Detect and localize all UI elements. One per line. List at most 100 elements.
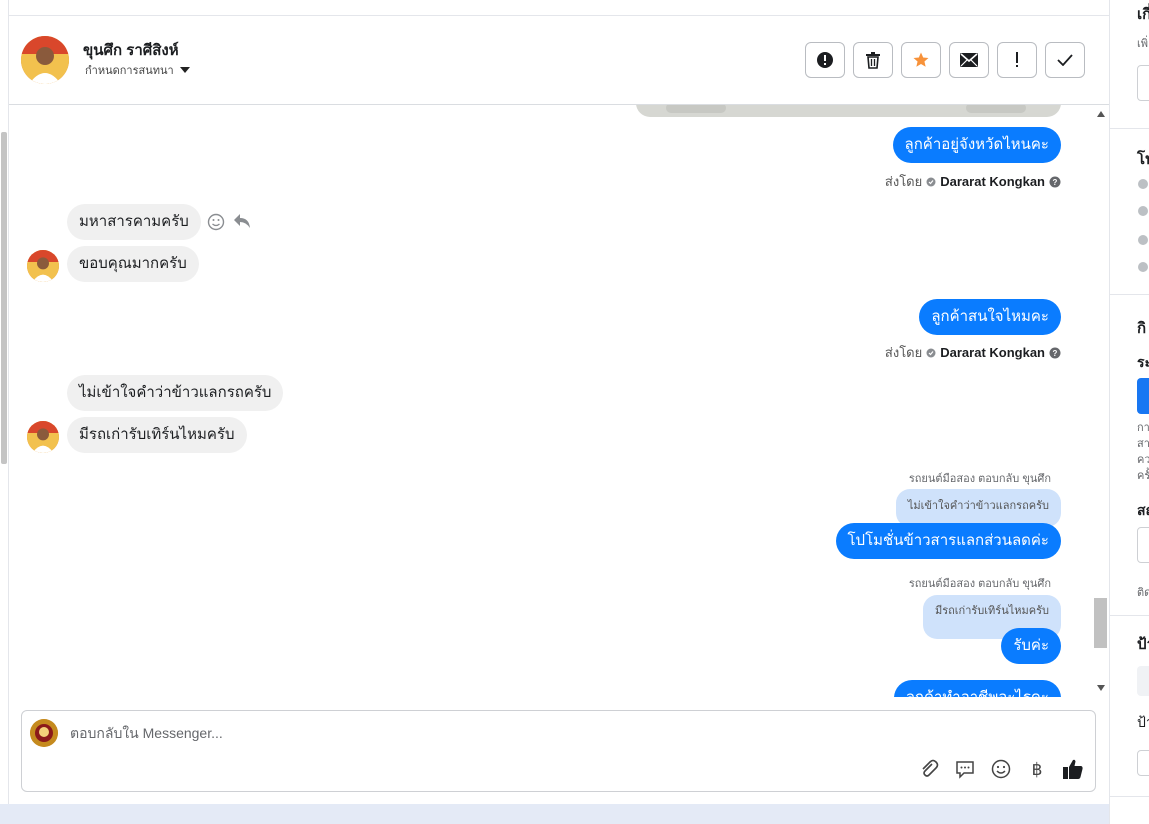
- envelope-icon: [960, 53, 978, 67]
- like-icon: [1063, 759, 1083, 779]
- reply-context-note: รถยนต์มือสอง ตอบกลับ ขุนศึก: [908, 473, 1051, 485]
- contact-avatar-small[interactable]: [27, 421, 59, 453]
- divider: [1110, 294, 1149, 295]
- left-panel-scrollbar[interactable]: [0, 0, 9, 804]
- divider: [1110, 128, 1149, 129]
- help-icon[interactable]: ?: [1049, 176, 1061, 188]
- incoming-message[interactable]: มีรถเก่ารับเทิร์นไหมครับ: [67, 417, 247, 453]
- scroll-down-arrow-icon[interactable]: [1097, 685, 1105, 691]
- like-button[interactable]: [1061, 757, 1085, 781]
- location-icon: [1138, 262, 1148, 272]
- composer-tools: ฿: [917, 757, 1085, 781]
- page-avatar: [30, 719, 58, 747]
- svg-text:?: ?: [1053, 349, 1058, 358]
- side-text: เพิ่: [1137, 38, 1149, 50]
- side-input[interactable]: [1137, 65, 1149, 101]
- scroll-up-arrow-icon[interactable]: [1097, 111, 1105, 117]
- outgoing-message-partial[interactable]: ลูกค้าทำอาชีพอะไรคะ: [893, 680, 1061, 697]
- caret-down-icon: [179, 66, 190, 73]
- side-section-title: กิ: [1137, 320, 1147, 337]
- exclamation-icon: [1016, 52, 1018, 67]
- incoming-message[interactable]: ขอบคุณมากครับ: [67, 246, 199, 282]
- trash-icon: [866, 52, 880, 69]
- saved-reply-button[interactable]: [953, 757, 977, 781]
- saved-reply-icon: [956, 761, 974, 779]
- clock-icon: [1138, 179, 1148, 189]
- side-chip[interactable]: [1137, 666, 1149, 696]
- follow-up-button[interactable]: [997, 42, 1037, 78]
- quoted-message[interactable]: ไม่เข้าใจคำว่าข้าวแลกรถครับ: [895, 489, 1061, 527]
- outgoing-message[interactable]: ลูกค้าอยู่จังหวัดไหนคะ: [892, 127, 1061, 163]
- side-label: สถ: [1137, 502, 1149, 518]
- sent-by-line: ส่งโดย Dararat Kongkan ?: [885, 342, 1061, 363]
- star-icon: [913, 52, 929, 67]
- side-label: ระ: [1137, 354, 1149, 370]
- paperclip-icon: [922, 759, 939, 777]
- outgoing-message[interactable]: ลูกค้าสนใจไหมคะ: [919, 299, 1061, 335]
- mark-done-button[interactable]: [1045, 42, 1085, 78]
- mark-spam-button[interactable]: [805, 42, 845, 78]
- outgoing-message[interactable]: โปโมชั่นข้าวสารแลกส่วนลดค่ะ: [835, 523, 1061, 559]
- star-button[interactable]: [901, 42, 941, 78]
- conversation-panel: ขุนศึก ราศีสิงห์ กำหนดการสนทนา ลูกค้าอยู…: [9, 0, 1109, 804]
- left-scroll-thumb[interactable]: [1, 132, 7, 464]
- svg-text:฿: ฿: [1032, 760, 1043, 779]
- side-text: กา: [1137, 422, 1149, 434]
- side-text: ครั้: [1137, 470, 1149, 482]
- reply-composer: ฿: [21, 710, 1096, 792]
- svg-text:?: ?: [1053, 178, 1058, 187]
- contact-details-panel: เกี่ เพิ่ โป กิ ระ กา สา คว ครั้ สถ ติด …: [1109, 0, 1149, 824]
- alert-circle-icon: [817, 52, 833, 68]
- image-attachment[interactable]: [636, 105, 1061, 117]
- briefcase-icon: [1138, 206, 1148, 216]
- contact-name[interactable]: ขุนศึก ราศีสิงห์: [83, 38, 179, 62]
- help-icon[interactable]: ?: [1049, 347, 1061, 359]
- sent-by-line: ส่งโดย Dararat Kongkan ?: [885, 171, 1061, 192]
- check-icon: [1057, 54, 1073, 66]
- conversation-header: ขุนศึก ราศีสิงห์ กำหนดการสนทนา: [9, 16, 1109, 105]
- message-thread[interactable]: ลูกค้าอยู่จังหวัดไหนคะ ส่งโดย Dararat Ko…: [9, 105, 1109, 697]
- side-input[interactable]: [1137, 527, 1149, 563]
- incoming-message[interactable]: มหาสารคามครับ: [67, 204, 201, 240]
- mark-unread-button[interactable]: [949, 42, 989, 78]
- page-bottom-bar: [0, 804, 1109, 824]
- side-input[interactable]: [1137, 750, 1149, 776]
- reply-context-note: รถยนต์มือสอง ตอบกลับ ขุนศึก: [908, 578, 1051, 590]
- side-label: ป้า: [1137, 714, 1149, 730]
- payment-button[interactable]: ฿: [1025, 757, 1049, 781]
- divider: [1110, 615, 1149, 616]
- graduation-icon: [1138, 235, 1148, 245]
- attach-button[interactable]: [917, 757, 941, 781]
- message-tools: [207, 213, 251, 231]
- side-section-title: โป: [1137, 151, 1149, 168]
- emoji-icon: [991, 759, 1011, 779]
- reply-input[interactable]: [70, 725, 970, 741]
- sent-by-label: ส่งโดย: [884, 345, 923, 360]
- contact-avatar[interactable]: [21, 36, 69, 84]
- contact-avatar-small[interactable]: [27, 250, 59, 282]
- sender-name: Dararat Kongkan: [940, 345, 1045, 360]
- reply-icon[interactable]: [233, 213, 251, 229]
- delete-button[interactable]: [853, 42, 893, 78]
- emoji-button[interactable]: [989, 757, 1013, 781]
- sender-name: Dararat Kongkan: [940, 174, 1045, 189]
- side-section-title: เกี่: [1137, 6, 1149, 23]
- incoming-message[interactable]: ไม่เข้าใจคำว่าข้าวแลกรถครับ: [67, 375, 284, 411]
- assign-label: กำหนดการสนทนา: [85, 65, 174, 77]
- thread-scrollbar[interactable]: [1092, 105, 1109, 697]
- verified-icon: [926, 177, 936, 186]
- baht-icon: ฿: [1032, 760, 1043, 779]
- verified-icon: [926, 348, 936, 357]
- outgoing-message[interactable]: รับค่ะ: [1001, 628, 1061, 664]
- side-section-title: ป้า: [1137, 636, 1149, 653]
- side-text: ติด: [1137, 587, 1149, 599]
- image-detail: [966, 105, 1026, 113]
- react-emoji-icon[interactable]: [207, 213, 225, 231]
- side-text: สา: [1137, 438, 1149, 450]
- scroll-thumb[interactable]: [1094, 598, 1107, 648]
- divider: [1110, 796, 1149, 797]
- assign-conversation-dropdown[interactable]: กำหนดการสนทนา: [85, 61, 190, 79]
- side-primary-button[interactable]: [1137, 378, 1149, 414]
- header-actions: [805, 42, 1085, 78]
- image-detail: [666, 105, 726, 113]
